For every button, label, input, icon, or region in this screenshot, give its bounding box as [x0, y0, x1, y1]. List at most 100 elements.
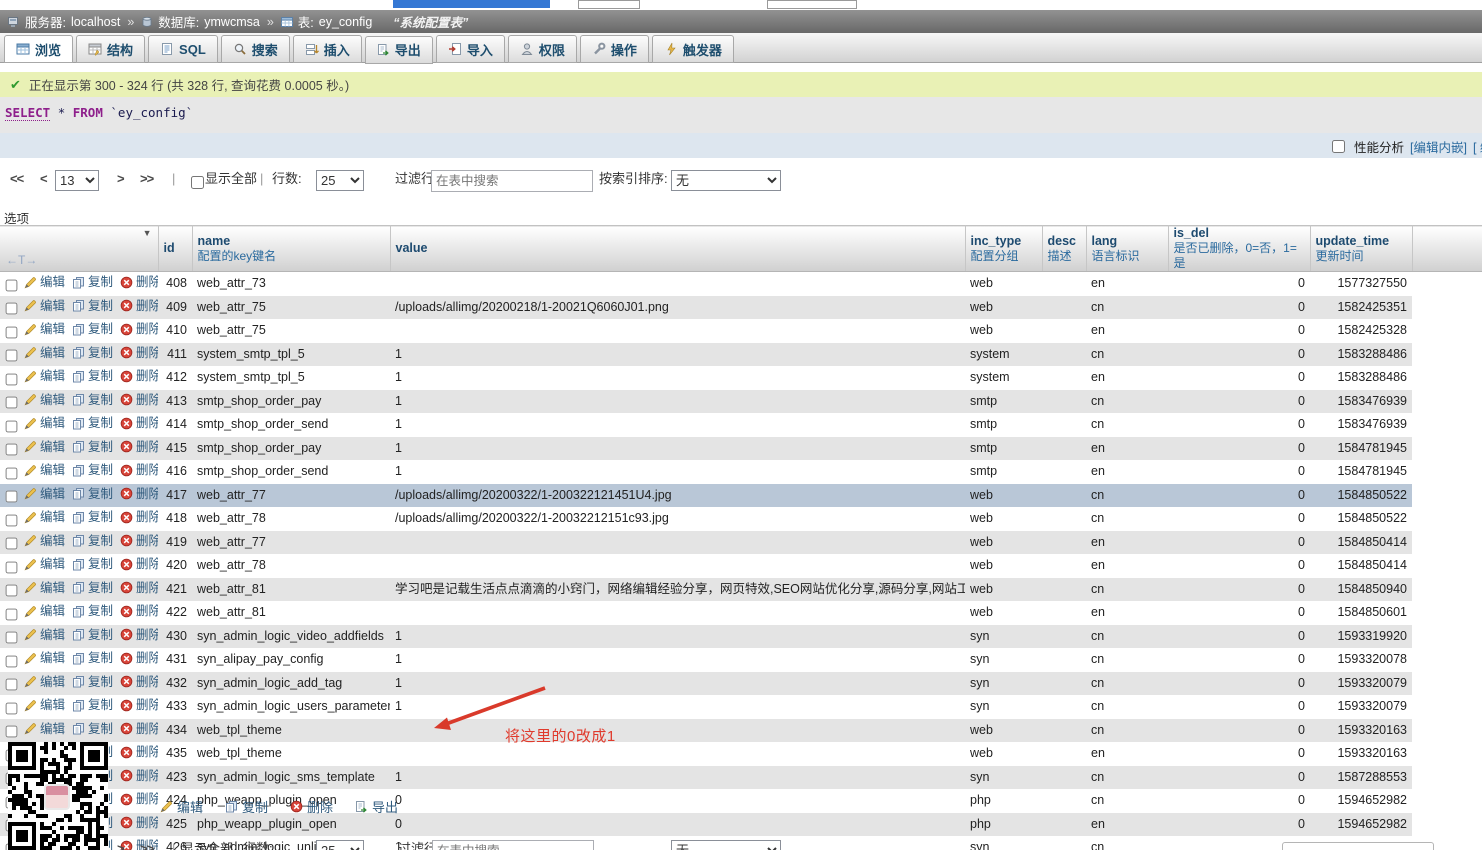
row-copy-link[interactable]: 复制 [72, 625, 113, 646]
row-edit-link[interactable]: 编辑 [24, 484, 65, 505]
bottom-right-select-fragment[interactable] [1282, 842, 1434, 850]
sort-by-key-select[interactable]: 无 [671, 840, 781, 850]
selected-delete-link[interactable]: 删除 [290, 797, 333, 816]
row-copy-link[interactable]: 复制 [72, 507, 113, 528]
options-chevron-down-icon[interactable]: ▼ [143, 228, 152, 238]
row-checkbox[interactable] [5, 443, 18, 456]
row-checkbox[interactable] [5, 678, 18, 691]
row-copy-link[interactable]: 复制 [72, 695, 113, 716]
row-copy-link[interactable]: 复制 [72, 343, 113, 364]
row-edit-link[interactable]: 编辑 [24, 413, 65, 434]
row-copy-link[interactable]: 复制 [72, 390, 113, 411]
row-checkbox[interactable] [5, 349, 18, 362]
transpose-icon[interactable]: ←T→ [6, 253, 37, 267]
row-delete-link[interactable]: 删除 [120, 695, 158, 716]
row-edit-link[interactable]: 编辑 [24, 531, 65, 552]
row-copy-link[interactable]: 复制 [72, 319, 113, 340]
row-checkbox[interactable] [5, 561, 18, 574]
row-edit-link[interactable]: 编辑 [24, 601, 65, 622]
row-checkbox[interactable] [5, 396, 18, 409]
row-delete-link[interactable]: 删除 [120, 484, 158, 505]
breadcrumb-table-link[interactable]: ey_config [319, 15, 373, 29]
row-checkbox[interactable] [5, 326, 18, 339]
breadcrumb-db-link[interactable]: ymwcmsa [204, 15, 260, 29]
row-edit-link[interactable]: 编辑 [24, 578, 65, 599]
row-copy-link[interactable]: 复制 [72, 296, 113, 317]
row-delete-link[interactable]: 删除 [120, 413, 158, 434]
profiling-checkbox[interactable] [1332, 140, 1345, 153]
page-last-button[interactable]: >> [140, 168, 154, 190]
row-delete-link[interactable]: 删除 [120, 719, 158, 740]
row-copy-link[interactable]: 复制 [72, 672, 113, 693]
row-checkbox[interactable] [5, 655, 18, 668]
column-header-lang[interactable]: lang 语言标识 [1086, 225, 1169, 272]
column-header-value[interactable]: value [390, 225, 966, 272]
row-delete-link[interactable]: 删除 [120, 601, 158, 622]
filter-rows-input[interactable] [431, 170, 593, 192]
row-copy-link[interactable]: 复制 [72, 578, 113, 599]
row-checkbox[interactable] [5, 279, 18, 292]
row-delete-link[interactable]: 删除 [120, 507, 158, 528]
row-copy-link[interactable]: 复制 [72, 601, 113, 622]
row-delete-link[interactable]: 删除 [120, 460, 158, 481]
row-checkbox[interactable] [5, 702, 18, 715]
edit-link[interactable]: [ 编辑 ] [1473, 137, 1482, 156]
breadcrumb-server-link[interactable]: localhost [71, 15, 120, 29]
row-edit-link[interactable]: 编辑 [24, 437, 65, 458]
tab-browse[interactable]: 浏览 [4, 35, 74, 63]
page-next-button[interactable]: > [117, 168, 125, 190]
sql-keyword-select[interactable]: SELECT [5, 105, 51, 121]
row-copy-link[interactable]: 复制 [72, 531, 113, 552]
column-header-inc_type[interactable]: inc_type 配置分组 [965, 225, 1043, 272]
row-copy-link[interactable]: 复制 [72, 366, 113, 387]
row-copy-link[interactable]: 复制 [72, 413, 113, 434]
row-copy-link[interactable]: 复制 [72, 437, 113, 458]
page-first-button[interactable]: << [10, 168, 24, 190]
row-copy-link[interactable]: 复制 [72, 484, 113, 505]
row-edit-link[interactable]: 编辑 [24, 319, 65, 340]
row-edit-link[interactable]: 编辑 [24, 296, 65, 317]
column-header-update_time[interactable]: update_time 更新时间 [1310, 225, 1413, 272]
page-next-button[interactable]: > [117, 838, 125, 850]
row-delete-link[interactable]: 删除 [120, 437, 158, 458]
selected-export-link[interactable]: 导出 [355, 797, 398, 816]
row-checkbox[interactable] [5, 467, 18, 480]
row-delete-link[interactable]: 删除 [120, 366, 158, 387]
tab-operations[interactable]: 操作 [579, 35, 649, 63]
row-delete-link[interactable]: 删除 [120, 390, 158, 411]
row-edit-link[interactable]: 编辑 [24, 672, 65, 693]
row-edit-link[interactable]: 编辑 [24, 719, 65, 740]
row-delete-link[interactable]: 删除 [120, 343, 158, 364]
column-header-name[interactable]: name 配置的key键名 [192, 225, 391, 272]
row-delete-link[interactable]: 删除 [120, 648, 158, 669]
tab-structure[interactable]: 结构 [76, 35, 146, 63]
row-checkbox[interactable] [5, 373, 18, 386]
row-edit-link[interactable]: 编辑 [24, 460, 65, 481]
row-copy-link[interactable]: 复制 [72, 460, 113, 481]
column-header-is_del[interactable]: is_del 是否已删除，0=否，1=是 [1168, 225, 1311, 272]
row-edit-link[interactable]: 编辑 [24, 390, 65, 411]
row-checkbox[interactable] [5, 490, 18, 503]
row-checkbox[interactable] [5, 725, 18, 738]
row-copy-link[interactable]: 复制 [72, 719, 113, 740]
tab-insert[interactable]: 插入 [292, 35, 362, 63]
row-delete-link[interactable]: 删除 [120, 766, 158, 787]
page-prev-button[interactable]: < [40, 168, 48, 190]
row-edit-link[interactable]: 编辑 [24, 343, 65, 364]
tab-export[interactable]: 导出 [364, 35, 433, 64]
row-delete-link[interactable]: 删除 [120, 578, 158, 599]
sort-by-key-select[interactable]: 无 [671, 170, 781, 191]
row-edit-link[interactable]: 编辑 [24, 648, 65, 669]
show-all-checkbox[interactable] [191, 176, 204, 189]
rows-select[interactable]: 25 [316, 170, 364, 191]
page-select[interactable]: 13 [55, 170, 99, 191]
row-delete-link[interactable]: 删除 [120, 319, 158, 340]
row-checkbox[interactable] [5, 608, 18, 621]
row-copy-link[interactable]: 复制 [72, 554, 113, 575]
row-checkbox[interactable] [5, 514, 18, 527]
tab-sql[interactable]: SQL [148, 35, 218, 63]
row-checkbox[interactable] [5, 537, 18, 550]
rows-select[interactable]: 25 [316, 840, 364, 850]
row-delete-link[interactable]: 删除 [120, 672, 158, 693]
column-header-desc[interactable]: desc 描述 [1042, 225, 1087, 272]
